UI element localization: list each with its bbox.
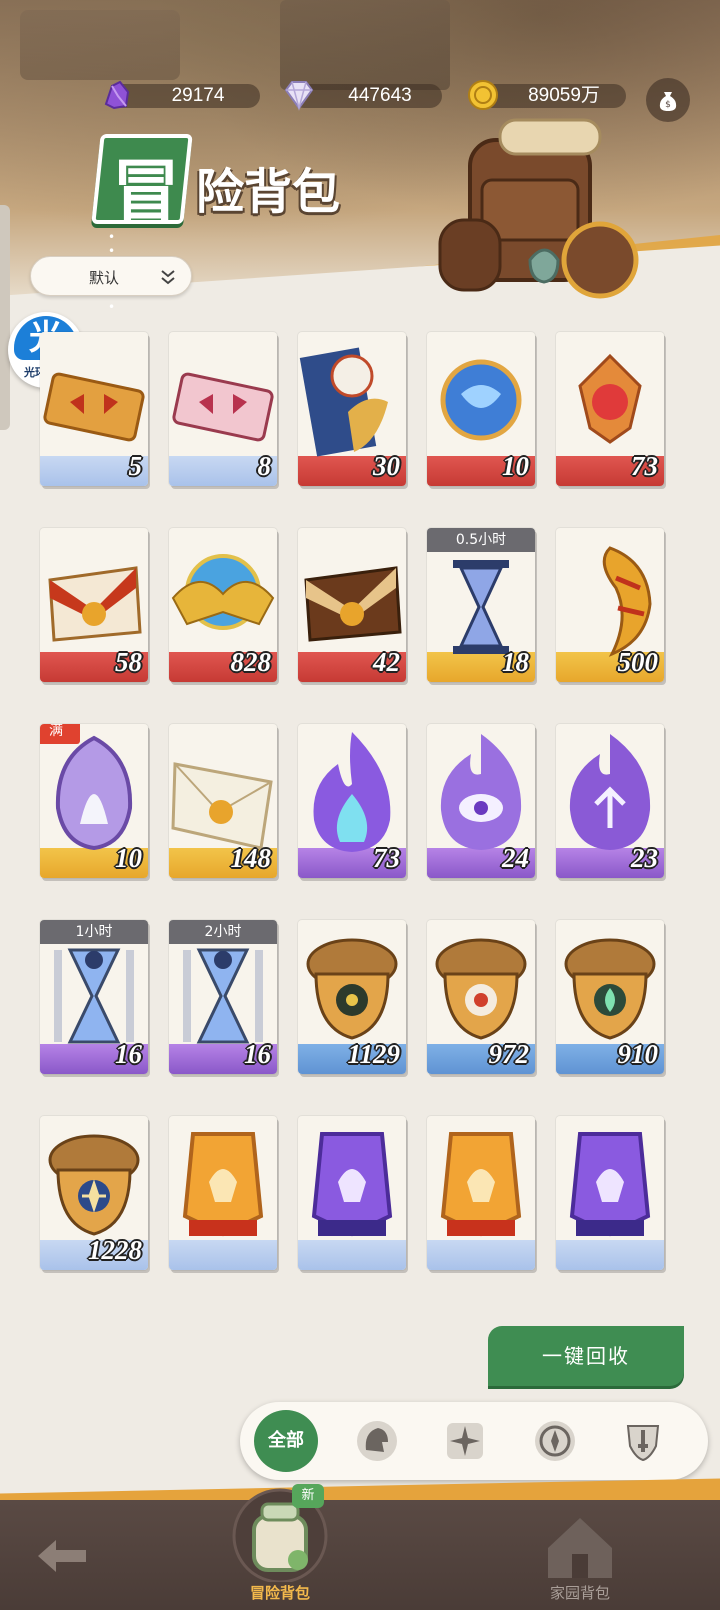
filter-all-button[interactable]: 全部	[254, 1410, 318, 1472]
crystal-currency: 29174	[100, 80, 270, 110]
item-count: 24	[502, 843, 529, 873]
money-bag-icon: $	[659, 92, 677, 111]
item-card[interactable]: 972	[427, 920, 535, 1074]
item-card[interactable]: 1129	[298, 920, 406, 1074]
item-card[interactable]: 500	[556, 528, 664, 682]
currency-bar: 29174 447643 89059万 $	[100, 78, 690, 122]
item-count: 18	[502, 647, 529, 677]
item-card[interactable]: 30	[298, 332, 406, 486]
item-count: 1228	[88, 1235, 142, 1265]
item-count: 500	[617, 647, 659, 677]
item-card[interactable]: 10	[427, 332, 535, 486]
chevron-down-icon	[161, 270, 175, 285]
item-art-icon	[569, 1132, 651, 1237]
item-card[interactable]	[169, 1116, 277, 1270]
item-card[interactable]: 910	[556, 920, 664, 1074]
helmet-filter-icon[interactable]	[354, 1418, 400, 1464]
item-card[interactable]: 0.5小时 18	[427, 528, 535, 682]
item-card[interactable]	[427, 1116, 535, 1270]
gold-currency: 89059万	[466, 80, 636, 110]
item-card[interactable]	[556, 1116, 664, 1270]
bottom-navigation: 新 冒险背包 家园背包	[0, 1484, 720, 1610]
item-card[interactable]: 148	[169, 724, 277, 878]
item-count: 16	[115, 1039, 142, 1069]
item-timer-label: 1小时	[40, 920, 148, 944]
item-card[interactable]: 828	[169, 528, 277, 682]
title-badge-char: 冒	[111, 153, 180, 232]
backpack-illustration	[438, 118, 639, 299]
item-count: 30	[373, 451, 400, 481]
item-count: 972	[488, 1039, 530, 1069]
item-card[interactable]: 23	[556, 724, 664, 878]
item-count: 148	[230, 843, 272, 873]
item-card[interactable]: 42	[298, 528, 406, 682]
item-timer-label: 2小时	[169, 920, 277, 944]
item-card[interactable]: 24	[427, 724, 535, 878]
item-art-icon	[182, 1132, 264, 1237]
item-card[interactable]: 73	[556, 332, 664, 486]
item-card[interactable]: 5	[40, 332, 148, 486]
item-count: 5	[128, 451, 143, 481]
back-arrow-icon[interactable]	[34, 1536, 90, 1576]
item-count: 23	[631, 843, 658, 873]
tab-home-backpack[interactable]: 家园背包	[520, 1508, 640, 1608]
sort-dropdown[interactable]: 默认	[30, 256, 192, 296]
item-count: 10	[502, 451, 529, 481]
side-drawer-handle[interactable]	[0, 205, 10, 430]
item-art-icon	[440, 1132, 522, 1237]
item-card[interactable]: 满 10	[40, 724, 148, 878]
item-count: 42	[373, 647, 400, 677]
svg-text:$: $	[665, 100, 671, 110]
sort-label: 默认	[89, 269, 120, 287]
item-card[interactable]	[298, 1116, 406, 1270]
item-count: 828	[230, 647, 272, 677]
category-filter-bar: 全部	[240, 1402, 708, 1480]
item-count: 8	[257, 451, 272, 481]
tab-home-backpack-label: 家园背包	[549, 1584, 610, 1602]
item-card[interactable]: 2小时 16	[169, 920, 277, 1074]
purple-crystal-icon	[104, 80, 130, 110]
item-count: 16	[244, 1039, 271, 1069]
one-click-recycle-button[interactable]: 一键回收	[488, 1326, 684, 1386]
item-timer-label: 0.5小时	[427, 528, 535, 552]
item-card[interactable]: 1228	[40, 1116, 148, 1270]
house-icon	[548, 1518, 612, 1578]
item-card[interactable]: 8	[169, 332, 277, 486]
item-count: 1129	[347, 1039, 400, 1069]
item-card[interactable]: 58	[40, 528, 148, 682]
item-count: 58	[115, 647, 142, 677]
full-badge: 满	[40, 724, 80, 744]
item-count: 910	[617, 1039, 659, 1069]
item-card[interactable]: 73	[298, 724, 406, 878]
new-badge: 新	[292, 1484, 324, 1508]
item-count: 73	[631, 451, 658, 481]
title-text: 险背包	[196, 164, 341, 220]
compass-filter-icon[interactable]	[532, 1418, 578, 1464]
tab-adventure-backpack-label: 冒险背包	[249, 1584, 310, 1602]
star-compass-filter-icon[interactable]	[442, 1418, 488, 1464]
money-bag-button[interactable]: $	[646, 78, 690, 122]
gold-coin-icon	[468, 80, 498, 110]
item-count: 10	[115, 843, 142, 873]
item-card[interactable]: 1小时 16	[40, 920, 148, 1074]
tab-adventure-backpack[interactable]: 新 冒险背包	[220, 1484, 340, 1610]
diamond-currency: 447643	[282, 81, 452, 111]
shield-sword-filter-icon[interactable]	[620, 1418, 666, 1464]
diamond-icon	[284, 81, 314, 111]
item-count: 73	[373, 843, 400, 873]
item-art-icon	[311, 1132, 393, 1237]
